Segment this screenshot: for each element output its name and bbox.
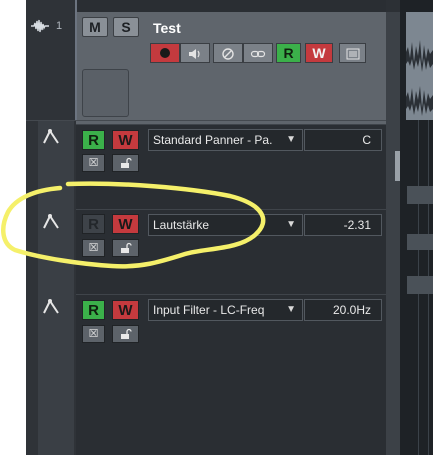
automation-event-block[interactable]: [407, 186, 433, 204]
parameter-select[interactable]: Standard Panner - Pa. ▼: [148, 129, 303, 151]
edit-channel-button[interactable]: [213, 43, 243, 63]
parameter-value[interactable]: 20.0Hz: [304, 299, 382, 321]
automation-curve-icon: [43, 214, 59, 229]
lane-write-button[interactable]: W: [112, 300, 139, 320]
lane-read-button[interactable]: R: [82, 130, 105, 150]
track-divider: [75, 0, 77, 120]
solo-button[interactable]: S: [113, 17, 139, 37]
parameter-select[interactable]: Lautstärke ▼: [148, 214, 303, 236]
unlock-icon: [120, 157, 132, 168]
lane-resize-handle[interactable]: [395, 151, 400, 181]
unlock-icon: [120, 242, 132, 253]
mute-button[interactable]: M: [82, 17, 108, 37]
lane-write-button[interactable]: W: [112, 130, 139, 150]
edit-icon: [222, 48, 234, 60]
unlock-icon: [120, 328, 132, 339]
read-automation-button[interactable]: R: [276, 43, 301, 63]
automation-curve-icon: [43, 129, 59, 144]
record-icon: [160, 48, 170, 58]
parameter-name: Lautstärke: [153, 218, 210, 232]
track-number: 1: [56, 20, 63, 32]
lane-mute-button[interactable]: ☒: [82, 154, 105, 172]
automation-curve-icon: [43, 299, 59, 314]
monitor-button[interactable]: [180, 43, 210, 63]
clip-waveform: [406, 40, 433, 116]
link-icon: [250, 50, 266, 58]
scrollbar-top: [386, 0, 400, 12]
parameter-value[interactable]: -2.31: [304, 214, 382, 236]
channel-settings-button[interactable]: [339, 43, 366, 63]
automation-event-block[interactable]: [407, 276, 433, 294]
automation-indent-column: [38, 120, 74, 455]
lane-divider: [26, 120, 386, 121]
track-scrollbar[interactable]: [386, 12, 400, 455]
lane-lock-button[interactable]: [112, 154, 139, 172]
parameter-select[interactable]: Input Filter - LC-Freq ▼: [148, 299, 303, 321]
lane-lock-button[interactable]: [112, 239, 139, 257]
parameter-value[interactable]: C: [304, 129, 382, 151]
record-enable-button[interactable]: [150, 43, 180, 63]
waveform-icon: [31, 19, 49, 33]
track-picture-slot[interactable]: [82, 69, 129, 117]
link-button[interactable]: [243, 43, 273, 63]
parameter-name: Standard Panner - Pa.: [153, 133, 273, 147]
lane-read-button[interactable]: R: [82, 214, 105, 234]
automation-event-block[interactable]: [407, 234, 433, 250]
track-name[interactable]: Test: [153, 20, 181, 36]
monitor-icon: [189, 49, 200, 59]
chevron-down-icon: ▼: [286, 134, 296, 145]
lane-mute-button[interactable]: ☒: [82, 239, 105, 257]
list-icon: [346, 48, 359, 60]
lane-write-button[interactable]: W: [112, 214, 139, 234]
lane-read-button[interactable]: R: [82, 300, 105, 320]
write-automation-button[interactable]: W: [305, 43, 333, 63]
chevron-down-icon: ▼: [286, 304, 296, 315]
lane-mute-button[interactable]: ☒: [82, 325, 105, 343]
parameter-name: Input Filter - LC-Freq: [153, 303, 265, 317]
lane-lock-button[interactable]: [112, 325, 139, 343]
chevron-down-icon: ▼: [286, 219, 296, 230]
